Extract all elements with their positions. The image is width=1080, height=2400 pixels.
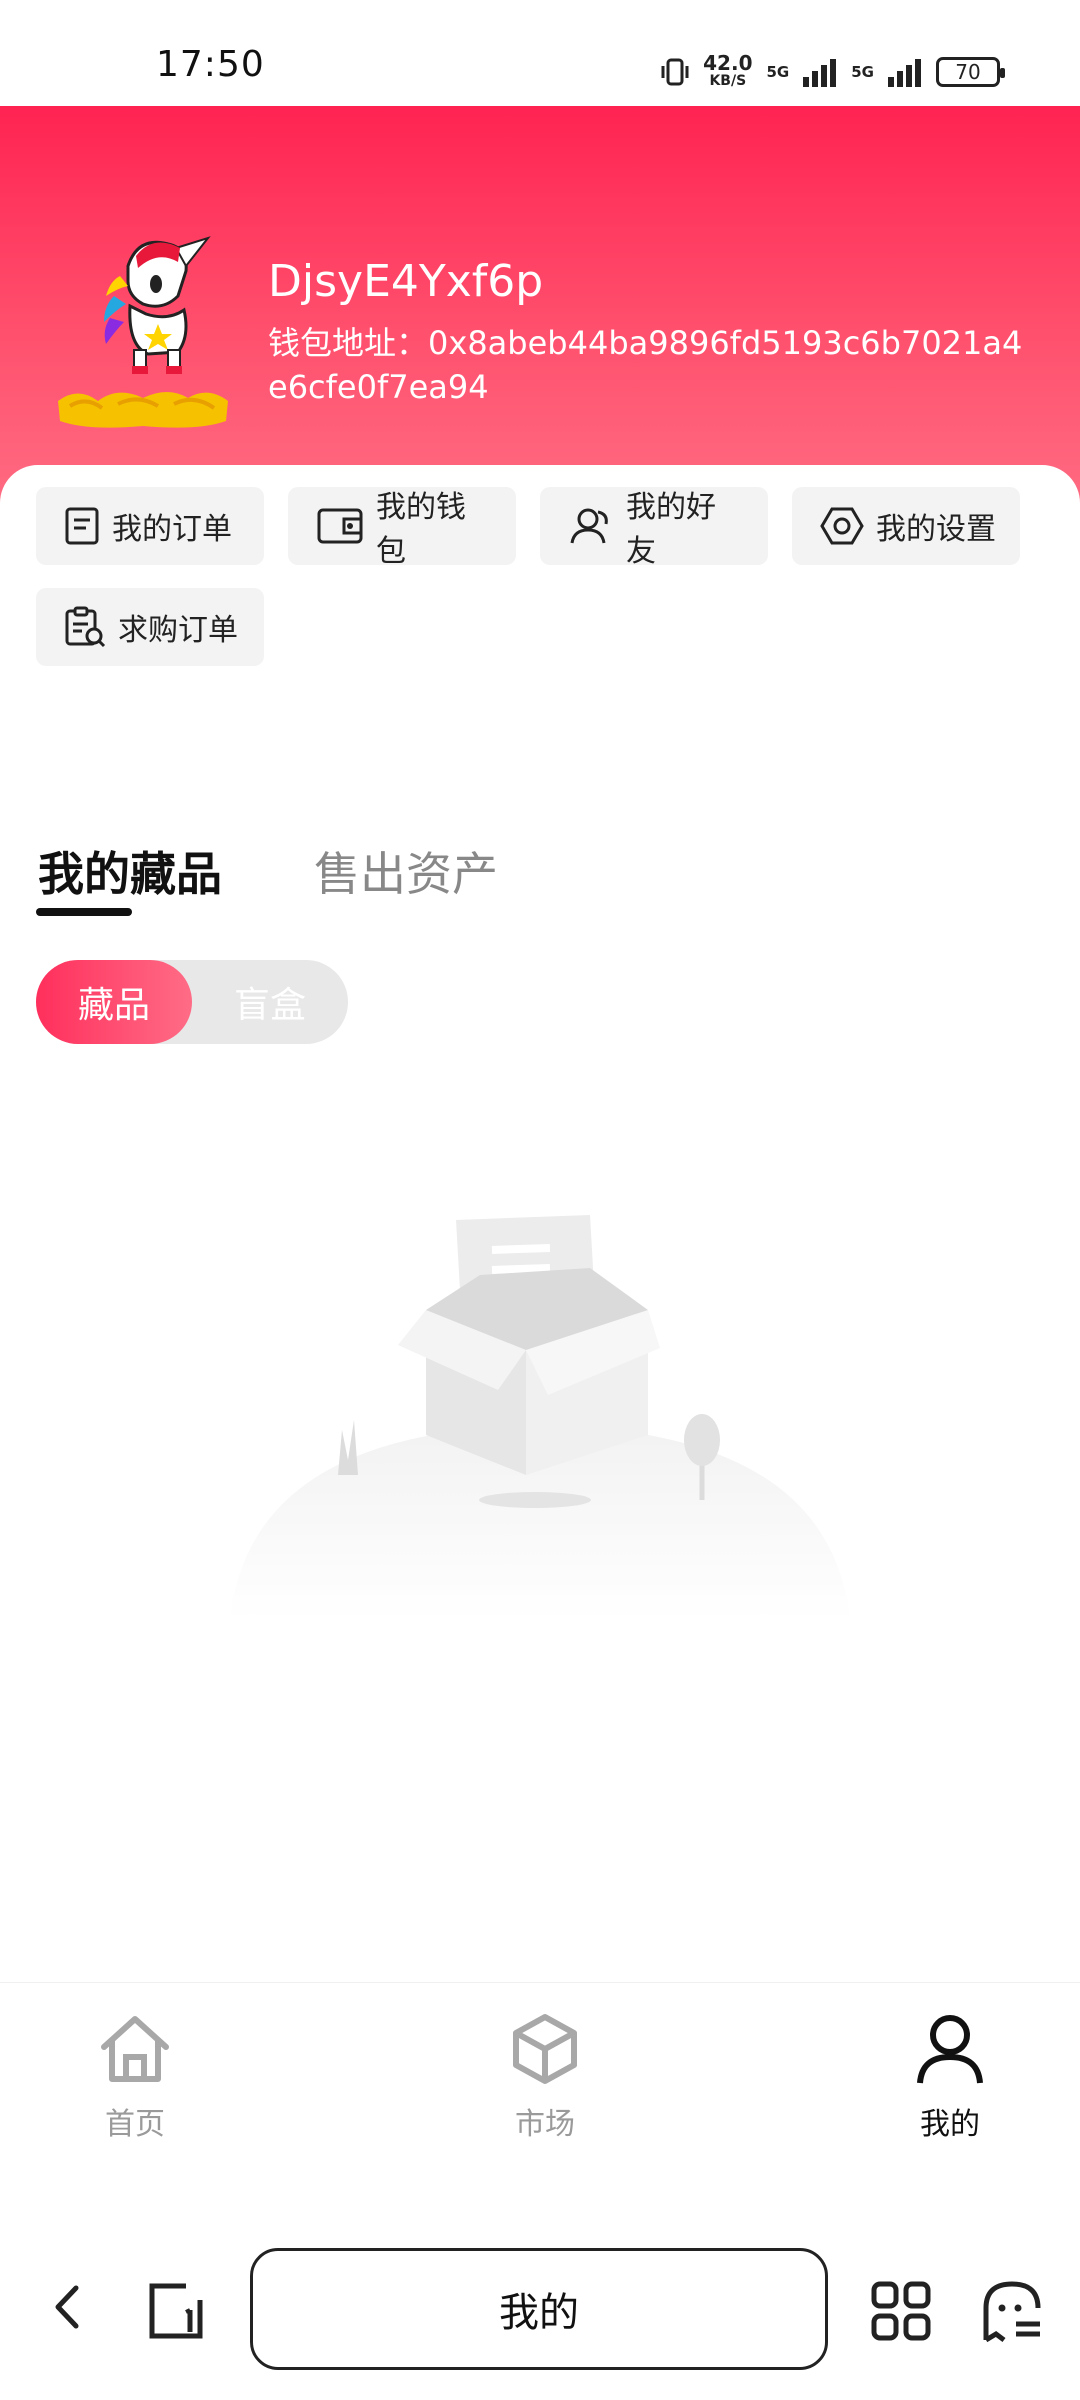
user-icon <box>917 2015 983 2084</box>
username: DjsyE4Yxf6p <box>268 256 544 307</box>
ghost-menu-icon[interactable] <box>980 2278 1044 2344</box>
purchase-order-icon <box>65 606 106 648</box>
my-friends-button[interactable]: 我的好友 <box>540 487 768 569</box>
network-speed: 42.0 KB/S <box>703 51 753 89</box>
nav-mine[interactable]: 我的 <box>870 2013 1030 2143</box>
friends-icon <box>570 508 608 544</box>
wallet-label: 钱包地址： <box>268 324 429 362</box>
signal-icon <box>888 59 921 87</box>
collection-segment: 藏品 盲盒 <box>36 960 348 1044</box>
my-wallet-label: 我的钱包 <box>376 490 466 569</box>
wallet-address[interactable]: 钱包地址：0x8abeb44ba9896fd5193c6b7021a4e6cfe… <box>268 321 1028 409</box>
battery-icon: 70 <box>936 57 1005 87</box>
empty-box-illustration <box>230 1215 850 1620</box>
tab-sold-assets[interactable]: 售出资产 <box>314 838 498 904</box>
my-settings-label: 我的设置 <box>876 512 996 547</box>
nav-market[interactable]: 市场 <box>465 2013 625 2143</box>
my-orders-button[interactable]: 我的订单 <box>36 487 264 565</box>
tabs-icon[interactable] <box>146 2282 206 2340</box>
order-icon <box>65 507 99 545</box>
my-wallet-button[interactable]: 我的钱包 <box>288 487 516 569</box>
back-icon[interactable] <box>48 2282 88 2332</box>
purchase-orders-label: 求购订单 <box>118 613 238 648</box>
home-icon <box>101 2016 169 2082</box>
status-time: 17:50 <box>156 44 265 85</box>
avatar[interactable] <box>58 226 228 436</box>
profile-header: DjsyE4Yxf6p 钱包地址：0x8abeb44ba9896fd5193c6… <box>0 106 1080 506</box>
segment-collection[interactable]: 藏品 <box>36 960 192 1044</box>
nav-home[interactable]: 首页 <box>55 2013 215 2143</box>
browser-bar: 我的 <box>0 2200 1080 2400</box>
market-cube-icon <box>513 2014 577 2084</box>
sim1-label: 5G <box>766 63 790 81</box>
status-bar: 17:50 42.0 KB/S 5G 5G 70 <box>0 0 1080 106</box>
tab-indicator <box>36 908 132 916</box>
tab-my-collection[interactable]: 我的藏品 <box>38 838 222 904</box>
bottom-nav: 首页 市场 我的 <box>0 1982 1080 2183</box>
signal-icon <box>803 59 837 87</box>
settings-icon <box>820 507 864 545</box>
my-friends-label: 我的好友 <box>626 490 716 569</box>
nav-mine-label: 我的 <box>920 2107 980 2142</box>
apps-grid-icon[interactable] <box>870 2280 932 2342</box>
nav-home-label: 首页 <box>105 2107 165 2142</box>
purchase-orders-button[interactable]: 求购订单 <box>36 588 264 666</box>
nav-market-label: 市场 <box>515 2107 575 2142</box>
my-orders-label: 我的订单 <box>112 512 232 547</box>
sim2-label: 5G <box>851 63 874 81</box>
vibrate-icon <box>661 58 689 86</box>
my-settings-button[interactable]: 我的设置 <box>792 487 1020 565</box>
url-bar[interactable]: 我的 <box>250 2248 828 2370</box>
segment-blind-box[interactable]: 盲盒 <box>192 960 348 1044</box>
wallet-icon <box>317 508 363 544</box>
status-icons: 42.0 KB/S 5G 5G 70 <box>661 51 1005 92</box>
